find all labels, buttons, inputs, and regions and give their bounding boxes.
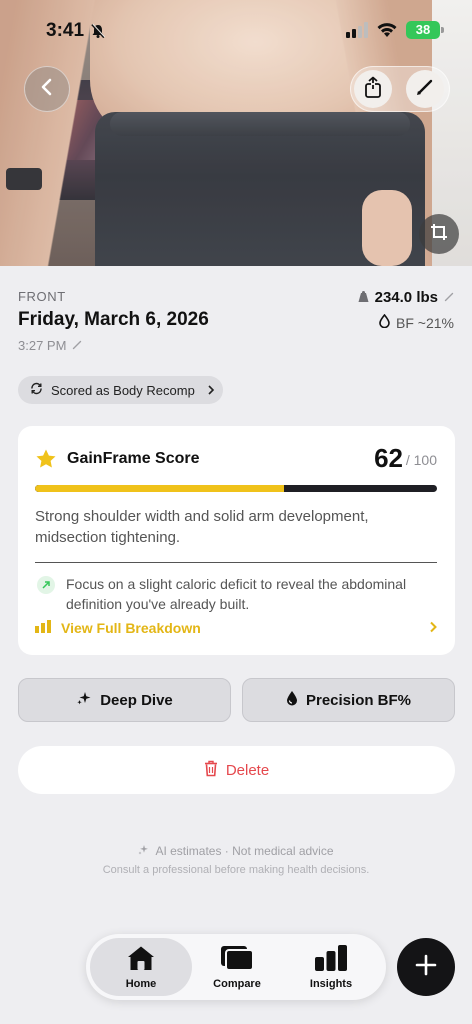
entry-body-fat[interactable]: BF ~21%: [379, 313, 454, 331]
sparkles-icon: [138, 844, 149, 858]
precision-bf-label: Precision BF%: [305, 691, 412, 709]
score-card: GainFrame Score 62 / 100 Strong shoulder…: [18, 426, 455, 655]
view-breakdown-label: View Full Breakdown: [61, 620, 201, 636]
tab-compare-label: Compare: [213, 977, 261, 990]
score-tip: Focus on a slight caloric deficit to rev…: [66, 576, 407, 612]
weight-value: 234.0 lbs: [374, 289, 438, 306]
status-time: 3:41: [46, 20, 85, 41]
share-icon: [363, 76, 383, 103]
weight-icon: [358, 289, 369, 306]
bar-chart-icon: [35, 620, 53, 636]
share-button[interactable]: [354, 70, 392, 108]
entry-date: Friday, March 6, 2026: [18, 309, 209, 330]
refresh-icon: [30, 382, 43, 398]
chevron-right-icon: [207, 383, 215, 398]
score-progress-fill: [35, 485, 285, 492]
entry-time: 3:27 PM: [18, 338, 67, 353]
body-fat-value: BF ~21%: [396, 314, 454, 331]
pencil-icon: [415, 77, 435, 102]
deep-dive-button[interactable]: Deep Dive: [18, 678, 231, 722]
scored-as-chip[interactable]: Scored as Body Recomp: [18, 376, 223, 404]
add-photo-button[interactable]: [397, 938, 455, 996]
entry-time-row[interactable]: 3:27 PM: [18, 338, 82, 353]
status-bar: 3:41 38: [0, 18, 472, 46]
tab-insights-label: Insights: [309, 977, 353, 990]
delete-button[interactable]: Delete: [18, 746, 455, 794]
drop-icon: [286, 690, 298, 710]
tab-compare[interactable]: Compare: [186, 938, 288, 996]
score-max: / 100: [405, 452, 437, 468]
cellular-signal-icon: [346, 22, 368, 43]
tab-insights[interactable]: Insights: [280, 938, 382, 996]
disclaimer-line-1: AI estimates · Not medical advice: [155, 844, 334, 858]
crop-icon: [430, 223, 448, 246]
wifi-icon: [376, 22, 398, 43]
score-description: Strong shoulder width and solid arm deve…: [35, 508, 369, 546]
back-button[interactable]: [24, 66, 70, 112]
battery-icon: 38: [406, 21, 444, 39]
view-breakdown-link[interactable]: View Full Breakdown: [35, 620, 201, 636]
tab-bar: Home Compare Insights: [86, 934, 386, 1000]
photo-view-label: FRONT: [18, 289, 66, 304]
ai-disclaimer: AI estimates · Not medical advice: [0, 844, 472, 858]
tab-home-label: Home: [125, 977, 157, 990]
entry-weight[interactable]: 234.0 lbs: [358, 289, 454, 306]
compare-icon: [220, 945, 254, 974]
score-value: 62: [374, 443, 403, 473]
back-chevron-icon: [37, 77, 57, 102]
score-title: GainFrame Score: [67, 450, 200, 467]
star-icon: [35, 448, 57, 475]
deep-dive-label: Deep Dive: [100, 691, 173, 709]
pencil-icon: [72, 338, 82, 353]
scored-as-label: Scored as Body Recomp: [51, 382, 195, 398]
bar-chart-icon: [314, 944, 348, 974]
chevron-right-icon[interactable]: [429, 620, 437, 637]
pencil-icon: [444, 289, 454, 306]
delete-label: Delete: [225, 761, 270, 779]
tab-home[interactable]: Home: [90, 938, 192, 996]
sparkles-icon: [76, 690, 92, 710]
trash-icon: [204, 760, 218, 781]
divider: [35, 562, 437, 563]
home-icon: [126, 945, 156, 974]
precision-bf-button[interactable]: Precision BF%: [242, 678, 455, 722]
score-progress-bar: [35, 485, 437, 492]
bell-slash-icon: [90, 23, 106, 44]
crop-button[interactable]: [419, 214, 459, 254]
edit-button[interactable]: [406, 70, 444, 108]
trend-up-arrow-icon: [37, 576, 55, 594]
drop-icon: [379, 313, 390, 331]
disclaimer-line-2: Consult a professional before making hea…: [102, 864, 370, 876]
plus-icon: [415, 954, 437, 981]
